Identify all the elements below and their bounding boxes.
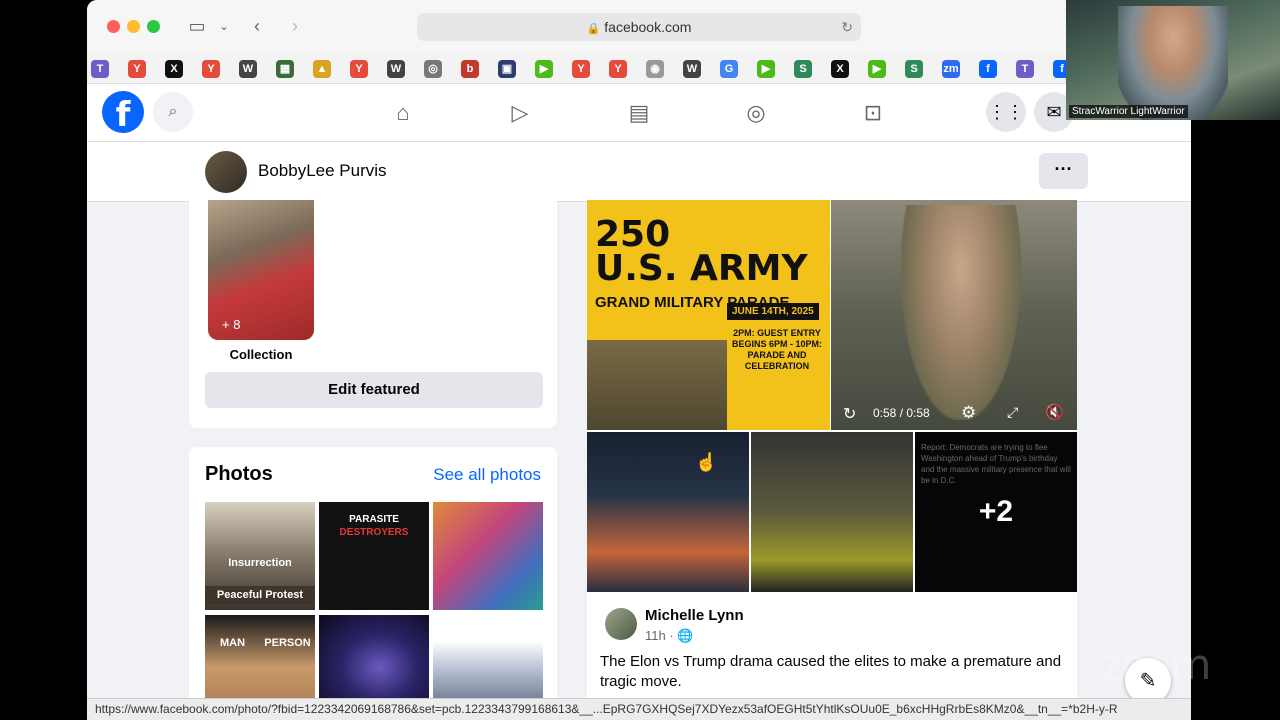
photo-caption: DESTROYERS [339, 527, 409, 538]
zoom-participant-video: StracWarrior LightWarrior [1066, 0, 1280, 120]
reload-icon[interactable]: ↻ [841, 13, 853, 41]
url-text: facebook.com [604, 19, 692, 35]
bookmark-icon[interactable]: ▦ [276, 60, 294, 78]
bookmark-icon[interactable]: Y [128, 60, 146, 78]
army-info: 2PM: GUEST ENTRY BEGINS 6PM - 10PM: PARA… [731, 328, 823, 371]
zoom-watermark: zoom [1100, 640, 1211, 689]
soldiers-image [587, 340, 727, 430]
bookmark-icon[interactable]: f [979, 60, 997, 78]
post-text: The Elon vs Trump drama caused the elite… [600, 653, 1062, 690]
facebook-logo-icon[interactable]: f [102, 91, 144, 135]
see-all-photos-link[interactable]: See all photos [433, 465, 541, 485]
bookmarks-bar: T Y X Y W ▦ ▲ Y W ◎ b ▣ ▶ Y Y ◉ W G ▶ S X ▶ Szm f Tf [87, 54, 1191, 84]
bookmark-icon[interactable]: X [165, 60, 183, 78]
bookmark-icon[interactable]: W [387, 60, 405, 78]
edit-featured-button[interactable]: Edit featured [205, 372, 543, 408]
photo-thumbnail[interactable]: PARASITE DESTROYERS [319, 502, 429, 610]
soldier-image [901, 205, 1021, 420]
video-controls: ↻ 0:58 / 0:58 ⚙ ⤢ 🔇 [831, 396, 1077, 430]
bookmark-icon[interactable]: W [683, 60, 701, 78]
profile-header: BobbyLee Purvis ··· [87, 142, 1191, 202]
browser-titlebar: ▭ ⌄ ‹ › 🔒 facebook.com ↻ [87, 0, 1191, 54]
featured-card: + 8 Collection Edit featured [189, 200, 557, 428]
participant-image [1118, 6, 1228, 120]
bookmark-icon[interactable]: ▶ [535, 60, 553, 78]
post-timestamp[interactable]: 11h · 🌐 [645, 628, 693, 644]
bookmark-icon[interactable]: zm [942, 60, 960, 78]
avatar[interactable] [605, 608, 637, 640]
bookmark-icon[interactable]: ◉ [646, 60, 664, 78]
lock-icon: 🔒 [586, 23, 601, 35]
bookmark-icon[interactable]: S [794, 60, 812, 78]
bookmark-icon[interactable]: S [905, 60, 923, 78]
menu-grid-icon[interactable]: ⋮⋮ [986, 92, 1026, 132]
profile-name[interactable]: BobbyLee Purvis [258, 161, 387, 181]
bookmark-icon[interactable]: T [1016, 60, 1034, 78]
post-video[interactable]: ↻ 0:58 / 0:58 ⚙ ⤢ 🔇 [831, 200, 1077, 430]
photo-caption: MAN [219, 637, 246, 649]
chevron-down-icon[interactable]: ⌄ [217, 15, 231, 37]
bookmark-icon[interactable]: X [831, 60, 849, 78]
bookmark-icon[interactable]: ▶ [757, 60, 775, 78]
army-headline: 250 U.S. ARMY [595, 214, 808, 289]
home-icon[interactable]: ⌂ [388, 98, 418, 128]
mute-icon[interactable]: 🔇 [1045, 403, 1064, 421]
collection-count: + 8 [222, 317, 241, 332]
forward-icon[interactable]: › [285, 15, 305, 37]
address-bar[interactable]: 🔒 facebook.com ↻ [417, 13, 861, 41]
bookmark-icon[interactable]: Y [350, 60, 368, 78]
minimize-window-button[interactable] [127, 20, 140, 33]
post-image-report[interactable]: Report: Democrats are trying to flee Was… [915, 432, 1077, 592]
facebook-navbar: f ⌕ ⌂ ▷ ▤ ◎ ⊡ ⋮⋮ ✉ [87, 84, 1191, 142]
bookmark-icon[interactable]: G [720, 60, 738, 78]
maximize-window-button[interactable] [147, 20, 160, 33]
photo-thumbnail[interactable]: Insurrection Peaceful Protest [205, 502, 315, 610]
back-icon[interactable]: ‹ [247, 15, 267, 37]
video-time: 0:58 / 0:58 [873, 406, 930, 420]
bookmark-icon[interactable]: W [239, 60, 257, 78]
army-date: JUNE 14TH, 2025 [727, 303, 819, 320]
photo-caption: PERSON [264, 637, 311, 649]
sidebar-toggle-icon[interactable]: ▭ [185, 15, 209, 37]
participant-name: StracWarrior LightWarrior [1069, 105, 1188, 118]
photos-card: Photos See all photos Insurrection Peace… [189, 447, 557, 720]
more-options-button[interactable]: ··· [1039, 153, 1088, 189]
bookmark-icon[interactable]: ◎ [424, 60, 442, 78]
bookmark-icon[interactable]: Y [572, 60, 590, 78]
photo-caption: PARASITE [349, 514, 399, 525]
groups-icon[interactable]: ◎ [741, 98, 771, 128]
post-image-tanks[interactable] [751, 432, 913, 592]
bookmark-icon[interactable]: ▶ [868, 60, 886, 78]
browser-window: ▭ ⌄ ‹ › 🔒 facebook.com ↻ T Y X Y W ▦ ▲ Y W ◎ b ▣ ▶ Y Y ◉… [87, 0, 1191, 720]
link-status-bar: https://www.facebook.com/photo/?fbid=122… [87, 698, 1191, 720]
bookmark-icon[interactable]: Y [202, 60, 220, 78]
post-card: 250 U.S. ARMY GRAND MILITARY PARADE JUNE … [587, 200, 1077, 720]
bookmark-icon[interactable]: T [91, 60, 109, 78]
bookmark-icon[interactable]: ▲ [313, 60, 331, 78]
bookmark-icon[interactable]: ▣ [498, 60, 516, 78]
hand-cursor-icon: ☝ [695, 452, 718, 472]
featured-collection-thumbnail[interactable]: + 8 [208, 200, 314, 340]
photos-title: Photos [205, 463, 273, 485]
avatar[interactable] [205, 151, 247, 193]
bookmark-icon[interactable]: Y [609, 60, 627, 78]
bookmark-icon[interactable]: b [461, 60, 479, 78]
more-images-count[interactable]: +2 [915, 432, 1077, 592]
post-author[interactable]: Michelle Lynn [645, 607, 744, 624]
replay-icon[interactable]: ↻ [843, 404, 856, 424]
fullscreen-icon[interactable]: ⤢ [1007, 404, 1018, 421]
search-icon[interactable]: ⌕ [153, 92, 193, 132]
post-image-army-parade[interactable]: 250 U.S. ARMY GRAND MILITARY PARADE JUNE … [587, 200, 830, 430]
collection-caption[interactable]: Collection [208, 347, 314, 362]
screen: ▭ ⌄ ‹ › 🔒 facebook.com ↻ T Y X Y W ▦ ▲ Y W ◎ b ▣ ▶ Y Y ◉… [0, 0, 1280, 720]
marketplace-icon[interactable]: ▤ [624, 98, 654, 128]
photo-caption: Insurrection [228, 557, 292, 569]
close-window-button[interactable] [107, 20, 120, 33]
photo-caption: Peaceful Protest [205, 586, 315, 604]
gaming-icon[interactable]: ⊡ [858, 98, 888, 128]
post-image-screenshot[interactable] [587, 432, 749, 592]
video-icon[interactable]: ▷ [505, 98, 535, 128]
photo-thumbnail[interactable] [433, 502, 543, 610]
settings-gear-icon[interactable]: ⚙ [961, 403, 976, 423]
